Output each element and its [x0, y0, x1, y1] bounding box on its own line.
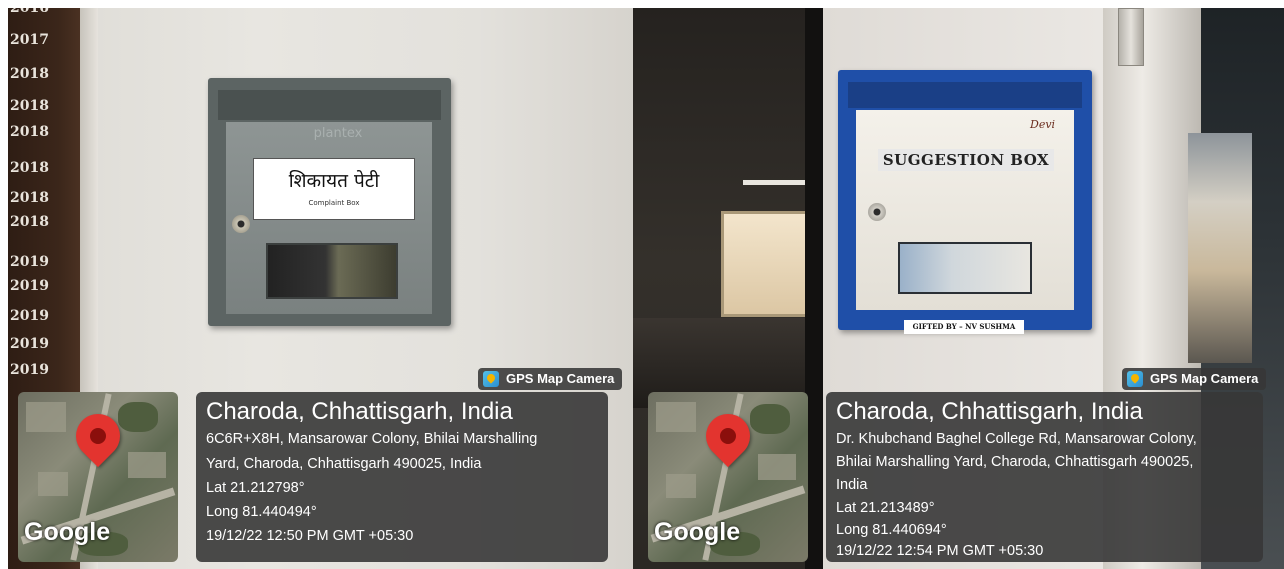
latitude: Lat 21.212798°	[206, 480, 305, 496]
suggestion-box: Devi SUGGESTION BOX GIFTED BY – NV SUSHM…	[838, 70, 1092, 334]
map-thumbnail: Google	[648, 392, 808, 562]
location-info-card: Charoda, Chhattisgarh, India 6C6R+X8H, M…	[196, 392, 608, 562]
address-line: India	[836, 477, 868, 493]
board-year: 2019	[10, 308, 49, 324]
suggestion-box-footer: GIFTED BY – NV SUSHMA	[904, 320, 1024, 334]
complaint-box-lid	[218, 90, 441, 120]
door-hinge	[1118, 8, 1144, 66]
gps-map-camera-icon	[1127, 371, 1143, 387]
photo-left: 2016 2017 2018 2018 2018 2018 2018 2018 …	[8, 8, 633, 569]
map-block	[128, 452, 166, 478]
latitude: Lat 21.213489°	[836, 500, 935, 516]
classroom-window	[721, 211, 809, 317]
board-year: 2016	[10, 8, 49, 16]
timestamp: 19/12/22 12:50 PM GMT +05:30	[206, 528, 414, 544]
map-thumbnail: Google	[18, 392, 178, 562]
longitude: Long 81.440694°	[836, 522, 947, 538]
board-year: 2019	[10, 362, 49, 378]
suggestion-box-window	[898, 242, 1032, 294]
complaint-box: plantex शिकायत पेटी Complaint Box	[208, 78, 451, 326]
google-logo: Google	[654, 518, 741, 546]
lock-icon	[232, 215, 250, 233]
photo-right: Devi SUGGESTION BOX GIFTED BY – NV SUSHM…	[633, 8, 1284, 569]
map-block	[758, 454, 796, 480]
complaint-box-label-english: Complaint Box	[308, 199, 360, 207]
complaint-box-window	[266, 243, 398, 299]
gps-map-camera-badge: GPS Map Camera	[478, 368, 623, 390]
gps-map-camera-badge: GPS Map Camera	[1122, 368, 1267, 390]
tube-light	[743, 180, 808, 185]
map-block	[26, 402, 66, 432]
board-year: 2019	[10, 336, 49, 352]
map-block	[666, 474, 696, 498]
map-block	[656, 402, 696, 432]
suggestion-box-signature: Devi	[1030, 118, 1056, 131]
map-trees	[750, 404, 790, 434]
map-block	[38, 472, 68, 496]
board-year: 2018	[10, 160, 49, 176]
board-year: 2018	[10, 98, 49, 114]
suggestion-box-label: SUGGESTION BOX	[878, 149, 1054, 171]
complaint-box-label: शिकायत पेटी Complaint Box	[253, 158, 415, 220]
longitude: Long 81.440494°	[206, 504, 317, 520]
complaint-box-label-hindi: शिकायत पेटी	[288, 170, 380, 192]
location-title: Charoda, Chhattisgarh, India	[836, 398, 1143, 425]
timestamp: 19/12/22 12:54 PM GMT +05:30	[836, 543, 1044, 559]
location-title: Charoda, Chhattisgarh, India	[206, 398, 513, 425]
address-line: Yard, Charoda, Chhattisgarh 490025, Indi…	[206, 456, 482, 472]
board-year: 2019	[10, 278, 49, 294]
address-line: Dr. Khubchand Baghel College Rd, Mansaro…	[836, 431, 1197, 447]
board-year: 2019	[10, 254, 49, 270]
address-line: 6C6R+X8H, Mansarowar Colony, Bhilai Mars…	[206, 431, 538, 447]
board-year: 2018	[10, 124, 49, 140]
google-logo: Google	[24, 518, 111, 546]
board-year: 2017	[10, 32, 49, 48]
gps-badge-label: GPS Map Camera	[1150, 371, 1259, 386]
door-window	[1188, 133, 1252, 363]
location-info-card: Charoda, Chhattisgarh, India Dr. Khubcha…	[826, 392, 1263, 562]
board-year: 2018	[10, 190, 49, 206]
board-year: 2018	[10, 214, 49, 230]
map-trees	[118, 402, 158, 432]
gps-badge-label: GPS Map Camera	[506, 371, 615, 386]
complaint-box-brand: plantex	[313, 126, 363, 141]
board-year: 2018	[10, 66, 49, 82]
suggestion-box-lid	[848, 82, 1082, 108]
gps-map-camera-icon	[483, 371, 499, 387]
lock-icon	[868, 203, 886, 221]
address-line: Bhilai Marshalling Yard, Charoda, Chhatt…	[836, 454, 1194, 470]
